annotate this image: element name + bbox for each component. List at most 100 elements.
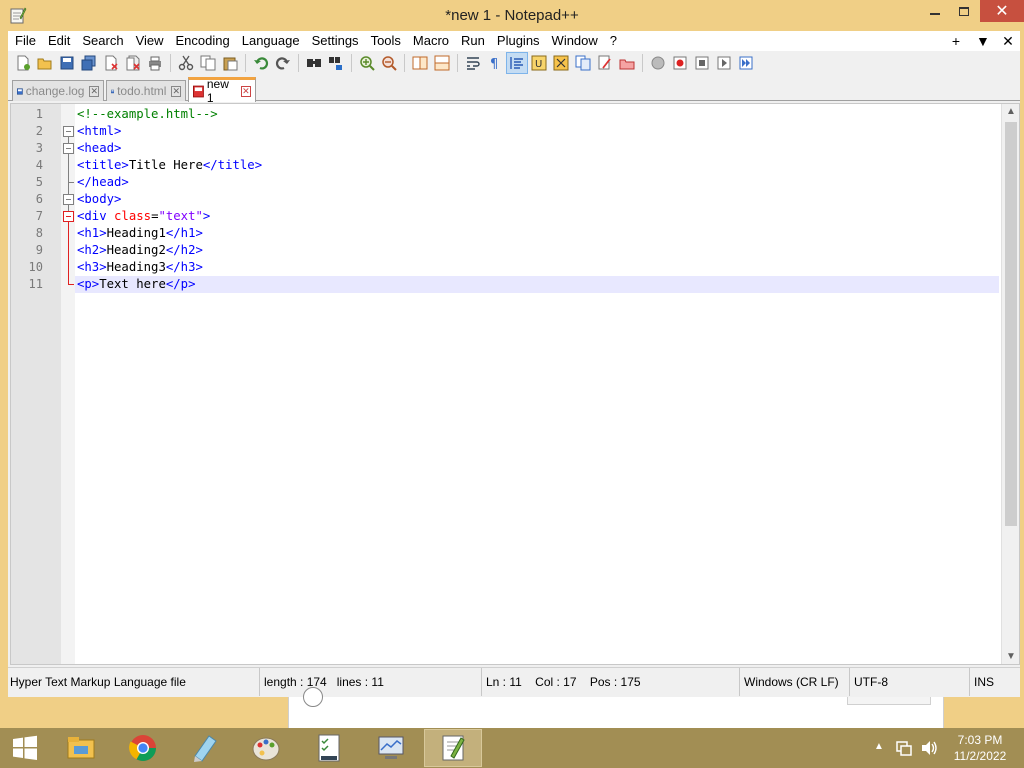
taskbar-notepad-button[interactable] [176,729,234,767]
code-line[interactable]: <head> [75,140,999,157]
menu-run[interactable]: Run [455,31,491,51]
sync-horizontal-button[interactable] [431,52,453,74]
user-defined-language-button[interactable]: U [528,52,550,74]
tab-list-icon[interactable]: ▼ [976,33,990,49]
paste-button[interactable] [219,52,241,74]
fold-toggle-icon[interactable] [63,143,74,154]
code-line[interactable]: <body> [75,191,999,208]
code-line[interactable]: <h2>Heading2</h2> [75,242,999,259]
volume-icon[interactable] [920,740,938,756]
toolbar-separator [457,54,458,72]
save-all-button[interactable] [78,52,100,74]
editor[interactable]: 1 2 3 4 5 6 7 8 9 10 11 <!--example.html--> <html> <… [10,103,1020,665]
taskbar-file-explorer-button[interactable] [52,729,110,767]
document-map-button[interactable] [550,52,572,74]
stop-record-button[interactable] [669,52,691,74]
fold-toggle-icon[interactable] [63,211,74,222]
taskbar-task-manager-button[interactable] [300,729,358,767]
tab-close-icon[interactable]: ✕ [240,85,251,97]
code-line[interactable]: </head> [75,174,999,191]
function-list-button[interactable] [572,52,594,74]
indent-guide-button[interactable] [506,52,528,74]
code-line[interactable]: <!--example.html--> [75,106,999,123]
copy-button[interactable] [197,52,219,74]
clock[interactable]: 7:03 PM 11/2/2022 [944,732,1016,764]
tab-todo-html[interactable]: todo.html ✕ [106,80,186,101]
show-hidden-icons-icon[interactable]: ▲ [874,741,884,752]
status-encoding[interactable]: UTF-8 [852,668,970,696]
show-all-chars-button[interactable]: ¶ [484,52,506,74]
code-line[interactable]: <h3>Heading3</h3> [75,259,999,276]
menu-window[interactable]: Window [546,31,604,51]
scroll-up-icon[interactable]: ▲ [1006,106,1016,117]
zoom-in-button[interactable] [356,52,378,74]
run-macro-multiple-button[interactable] [713,52,735,74]
find-button[interactable] [303,52,325,74]
taskbar-remote-desktop-button[interactable] [362,729,420,767]
vertical-scrollbar[interactable]: ▲ ▼ [1001,104,1019,664]
fold-toggle-icon[interactable] [63,126,74,137]
new-tab-icon[interactable]: + [950,33,962,49]
menu-help[interactable]: ? [604,31,623,51]
replace-button[interactable] [325,52,347,74]
print-button[interactable] [144,52,166,74]
maximize-button[interactable] [949,0,979,22]
task-manager-icon [318,734,340,762]
menu-plugins[interactable]: Plugins [491,31,546,51]
close-button[interactable]: ✕ [980,0,1024,22]
save-macro-button[interactable] [735,52,757,74]
scrollbar-thumb[interactable] [1005,122,1017,526]
fold-toggle-icon[interactable] [63,194,74,205]
taskbar-paint-button[interactable] [237,729,295,767]
close-tab-icon[interactable]: ✕ [1002,33,1014,50]
menu-view[interactable]: View [130,31,170,51]
scroll-down-icon[interactable]: ▼ [1006,651,1016,662]
menu-edit[interactable]: Edit [42,31,76,51]
cut-button[interactable] [175,52,197,74]
save-button[interactable] [56,52,78,74]
taskbar-chrome-button[interactable] [114,729,172,767]
code-line[interactable]: <html> [75,123,999,140]
network-icon[interactable] [896,740,914,756]
word-wrap-button[interactable] [462,52,484,74]
menu-search[interactable]: Search [76,31,129,51]
taskbar-notepad-plus-plus-button[interactable] [424,729,482,767]
start-button[interactable] [0,728,50,768]
code-token: </head> [77,175,129,189]
minimize-button[interactable] [920,0,950,22]
folder-as-workspace-icon [598,55,611,70]
code-line[interactable]: <p>Text here</p> [75,276,999,293]
playback-button[interactable] [691,52,713,74]
zoom-out-button[interactable] [378,52,400,74]
tab-bar: change.log ✕ todo.html ✕ new 1 ✕ [8,77,1020,105]
menu-macro[interactable]: Macro [407,31,455,51]
redo-button[interactable] [272,52,294,74]
monitoring-button[interactable] [616,52,638,74]
close-button[interactable] [100,52,122,74]
tab-change-log[interactable]: change.log ✕ [12,80,104,101]
tab-new-1[interactable]: new 1 ✕ [188,77,256,105]
fold-margin[interactable] [61,104,75,664]
status-eol[interactable]: Windows (CR LF) [742,668,850,696]
new-file-button[interactable] [12,52,34,74]
folder-as-workspace-button[interactable] [594,52,616,74]
code-area[interactable]: <!--example.html--> <html> <head> <title>Ti… [75,104,999,664]
code-line[interactable]: <title>Title Here</title> [75,157,999,174]
tab-close-icon[interactable]: ✕ [89,85,99,97]
menu-language[interactable]: Language [236,31,306,51]
menu-settings[interactable]: Settings [306,31,365,51]
sync-vertical-button[interactable] [409,52,431,74]
code-line[interactable]: <h1>Heading1</h1> [75,225,999,242]
tab-close-icon[interactable]: ✕ [171,85,181,97]
title-bar[interactable]: *new 1 - Notepad++ ✕ [0,0,1024,31]
menu-file[interactable]: File [8,31,42,51]
code-line[interactable]: <div class="text"> [75,208,999,225]
sync-vertical-icon [412,56,428,70]
menu-encoding[interactable]: Encoding [170,31,236,51]
menu-tools[interactable]: Tools [365,31,407,51]
undo-button[interactable] [250,52,272,74]
start-record-button[interactable] [647,52,669,74]
open-file-button[interactable] [34,52,56,74]
fold-guide-line [68,222,69,284]
close-all-button[interactable] [122,52,144,74]
